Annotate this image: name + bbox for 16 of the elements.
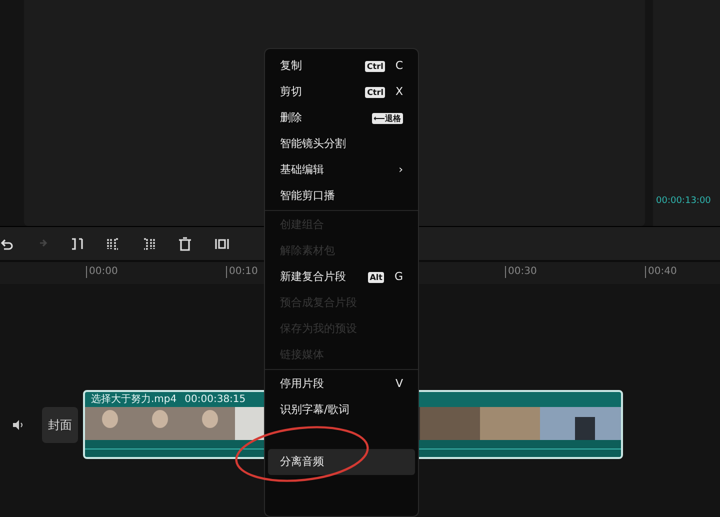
shortcut-key: C [395, 58, 403, 74]
ruler-label: 00:30 [505, 266, 537, 278]
timecode: 00:00:13:00 [656, 194, 711, 208]
ruler-label: 00:00 [86, 266, 118, 278]
key-badge: Ctrl [364, 60, 386, 72]
ruler-label: 00:40 [645, 266, 677, 278]
ruler-label: 00:10 [226, 266, 258, 278]
key-badge: ⟵退格 [372, 112, 403, 124]
clip-name: 选择大于努力.mp4 [91, 392, 177, 407]
key-badge: Alt [368, 272, 384, 282]
shortcut-key: G [394, 268, 403, 286]
clip-duration: 00:00:38:15 [184, 393, 246, 407]
shortcut-key: V [395, 376, 403, 392]
chevron-icon: › [398, 162, 403, 178]
shortcut-key: X [395, 84, 403, 100]
key-badge: Ctrl [365, 86, 386, 98]
